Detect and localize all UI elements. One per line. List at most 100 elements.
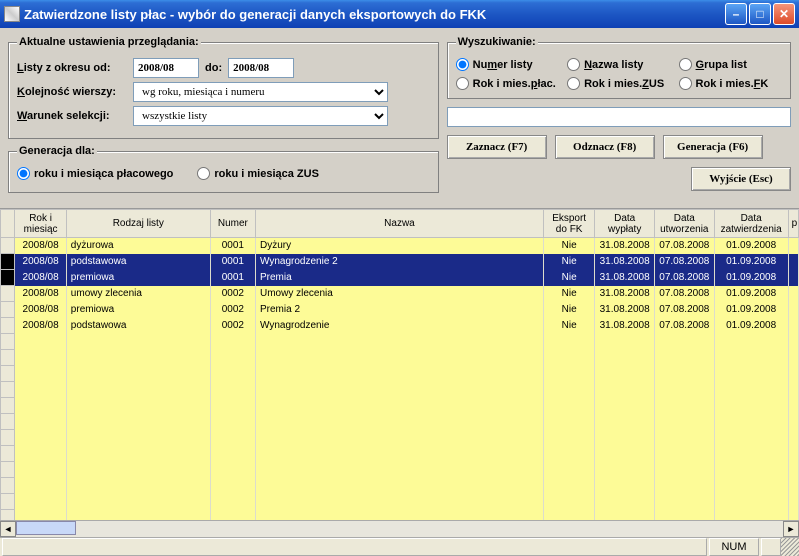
row-marker (1, 270, 15, 286)
table-row[interactable] (1, 462, 799, 478)
cell-p (788, 286, 798, 302)
close-button[interactable]: ✕ (773, 3, 795, 25)
table-row[interactable] (1, 494, 799, 510)
order-select[interactable]: wg roku, miesiąca i numeru (133, 82, 388, 102)
col-zatw[interactable]: Data zatwierdzenia (714, 210, 788, 238)
search-input[interactable] (447, 107, 791, 127)
gen-radio-zus[interactable] (197, 167, 210, 180)
table-row[interactable] (1, 350, 799, 366)
table-row[interactable] (1, 430, 799, 446)
table-row[interactable] (1, 446, 799, 462)
cell-ym: 2008/08 (15, 302, 66, 318)
col-marker (1, 210, 15, 238)
cell-numer: 0001 (210, 270, 255, 286)
cell-zatw: 01.09.2008 (714, 270, 788, 286)
col-numer[interactable]: Numer (210, 210, 255, 238)
odznacz-button[interactable]: Odznacz (F8) (555, 135, 655, 159)
cell-wypl: 31.08.2008 (595, 286, 655, 302)
table-row[interactable]: 2008/08podstawowa0002WynagrodzenieNie31.… (1, 318, 799, 334)
selection-select[interactable]: wszystkie listy (133, 106, 388, 126)
table-row[interactable] (1, 414, 799, 430)
search-radio-grupa[interactable] (679, 58, 692, 71)
horizontal-scrollbar[interactable]: ◄ ► (0, 520, 799, 536)
cell-zatw: 01.09.2008 (714, 238, 788, 254)
scroll-right-icon[interactable]: ► (783, 521, 799, 537)
search-label-nazwa: Nazwa listy (584, 59, 643, 71)
table-row[interactable]: 2008/08premiowa0001PremiaNie31.08.200807… (1, 270, 799, 286)
cell-zatw: 01.09.2008 (714, 286, 788, 302)
col-p[interactable]: p (788, 210, 798, 238)
col-rodzaj[interactable]: Rodzaj listy (66, 210, 210, 238)
cell-p (788, 238, 798, 254)
maximize-button[interactable]: □ (749, 3, 771, 25)
period-from-label: Listy z okresu od: (17, 62, 127, 74)
cell-wypl: 31.08.2008 (595, 302, 655, 318)
search-label-plac: Rok i mies.płac. (473, 78, 556, 90)
cell-utw: 07.08.2008 (654, 270, 714, 286)
table-row[interactable] (1, 398, 799, 414)
table-row[interactable] (1, 478, 799, 494)
search-radio-plac[interactable] (456, 77, 469, 90)
titlebar: Zatwierdzone listy płac - wybór do gener… (0, 0, 799, 28)
cell-ym: 2008/08 (15, 270, 66, 286)
col-wyplaty[interactable]: Data wypłaty (595, 210, 655, 238)
scroll-track[interactable] (16, 521, 783, 537)
wyjscie-button[interactable]: Wyjście (Esc) (691, 167, 791, 191)
window-title: Zatwierdzone listy płac - wybór do gener… (24, 7, 725, 22)
table-row[interactable]: 2008/08umowy zlecenia0002Umowy zleceniaN… (1, 286, 799, 302)
table-row[interactable]: 2008/08dyżurowa0001DyżuryNie31.08.200807… (1, 238, 799, 254)
search-radio-fk[interactable] (679, 77, 692, 90)
table-row[interactable]: 2008/08podstawowa0001Wynagrodzenie 2Nie3… (1, 254, 799, 270)
cell-rodzaj: premiowa (66, 302, 210, 318)
generation-group: Generacja dla: roku i miesiąca płacowego… (8, 145, 439, 193)
grid-header-row: Rok i miesiąc Rodzaj listy Numer Nazwa E… (1, 210, 799, 238)
period-from-input[interactable] (133, 58, 199, 78)
generation-legend: Generacja dla: (17, 145, 97, 157)
col-utworzenia[interactable]: Data utworzenia (654, 210, 714, 238)
search-radio-zus[interactable] (567, 77, 580, 90)
cell-eksport: Nie (543, 238, 594, 254)
cell-ym: 2008/08 (15, 286, 66, 302)
scroll-thumb[interactable] (16, 521, 76, 535)
row-marker (1, 254, 15, 270)
cell-zatw: 01.09.2008 (714, 254, 788, 270)
table-row[interactable] (1, 382, 799, 398)
settings-group: Aktualne ustawienia przeglądania: Listy … (8, 36, 439, 139)
period-to-label: do: (205, 62, 222, 74)
app-icon (4, 6, 20, 22)
col-nazwa[interactable]: Nazwa (256, 210, 544, 238)
cell-p (788, 318, 798, 334)
cell-nazwa: Premia 2 (256, 302, 544, 318)
col-eksport[interactable]: Eksport do FK (543, 210, 594, 238)
cell-eksport: Nie (543, 286, 594, 302)
minimize-button[interactable]: – (725, 3, 747, 25)
cell-nazwa: Dyżury (256, 238, 544, 254)
cell-rodzaj: umowy zlecenia (66, 286, 210, 302)
scroll-left-icon[interactable]: ◄ (0, 521, 16, 537)
cell-eksport: Nie (543, 270, 594, 286)
cell-utw: 07.08.2008 (654, 254, 714, 270)
cell-ym: 2008/08 (15, 254, 66, 270)
table-row[interactable]: 2008/08premiowa0002Premia 2Nie31.08.2008… (1, 302, 799, 318)
cell-utw: 07.08.2008 (654, 238, 714, 254)
search-radio-nazwa[interactable] (567, 58, 580, 71)
zaznacz-button[interactable]: Zaznacz (F7) (447, 135, 547, 159)
cell-nazwa: Umowy zlecenia (256, 286, 544, 302)
cell-eksport: Nie (543, 302, 594, 318)
col-rok-miesiac[interactable]: Rok i miesiąc (15, 210, 66, 238)
generacja-button[interactable]: Generacja (F6) (663, 135, 763, 159)
cell-zatw: 01.09.2008 (714, 302, 788, 318)
row-marker (1, 286, 15, 302)
table-row[interactable] (1, 366, 799, 382)
table-row[interactable] (1, 510, 799, 521)
period-to-input[interactable] (228, 58, 294, 78)
order-label: Kolejność wierszy: (17, 86, 127, 98)
search-radio-numer[interactable] (456, 58, 469, 71)
data-grid[interactable]: Rok i miesiąc Rodzaj listy Numer Nazwa E… (0, 208, 799, 520)
gen-radio-plac[interactable] (17, 167, 30, 180)
settings-legend: Aktualne ustawienia przeglądania: (17, 36, 201, 48)
table-row[interactable] (1, 334, 799, 350)
cell-numer: 0001 (210, 254, 255, 270)
resize-grip-icon[interactable] (781, 538, 799, 556)
cell-wypl: 31.08.2008 (595, 238, 655, 254)
